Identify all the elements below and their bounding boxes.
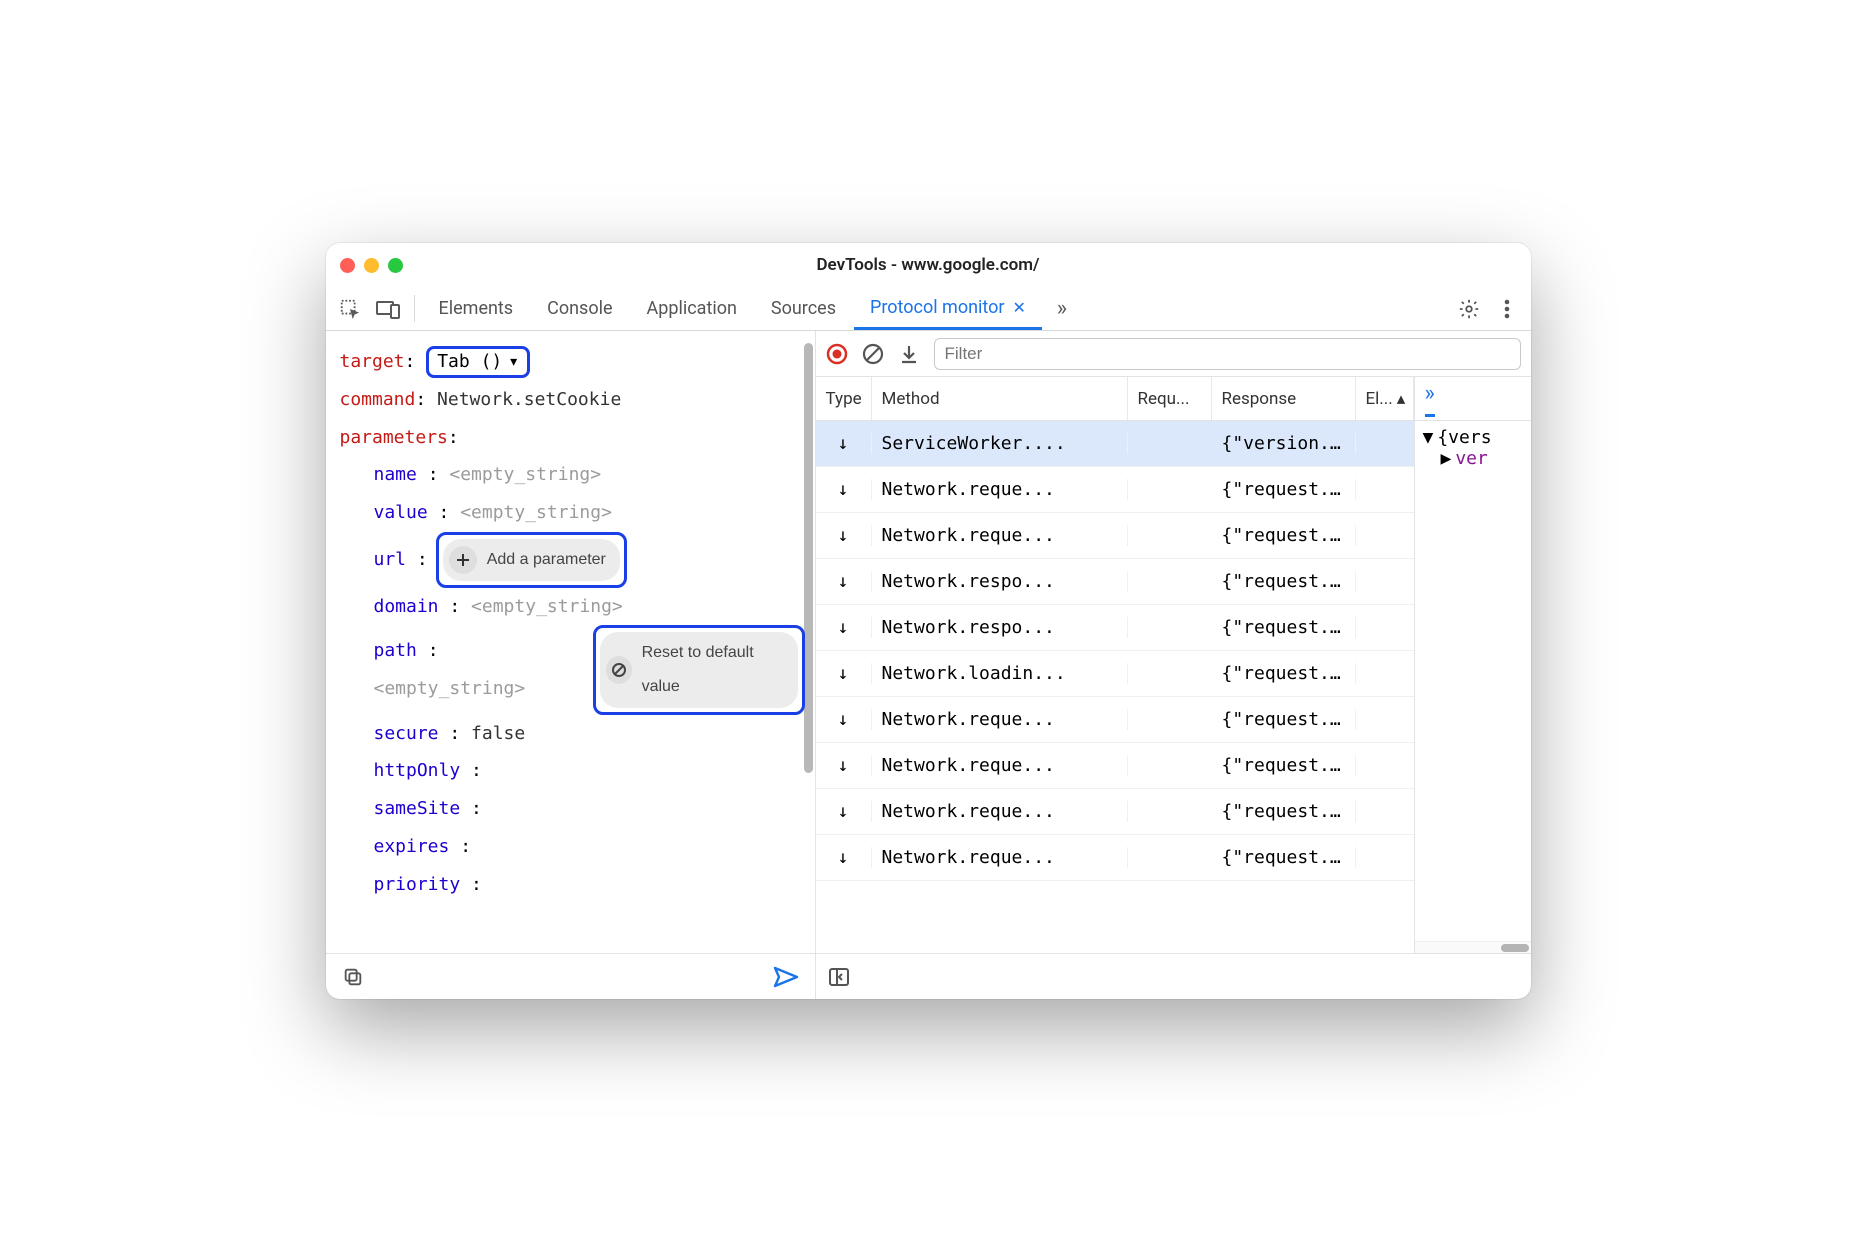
inspect-element-icon[interactable] — [332, 287, 368, 330]
arrow-down-icon: ↓ — [838, 479, 849, 500]
tab-console[interactable]: Console — [531, 287, 628, 330]
record-icon[interactable] — [826, 343, 848, 365]
table-row[interactable]: ↓ServiceWorker....{"version... — [816, 421, 1414, 467]
kebab-menu-icon[interactable] — [1489, 287, 1525, 330]
plus-icon — [449, 546, 477, 574]
table-row[interactable]: ↓Network.reque...{"request... — [816, 743, 1414, 789]
table-row[interactable]: ↓Network.reque...{"request... — [816, 697, 1414, 743]
label-command: command — [340, 389, 416, 410]
col-response[interactable]: Response — [1212, 377, 1356, 420]
tree-child[interactable]: ▶ver — [1423, 448, 1523, 469]
param-domain[interactable]: domain : <empty_string> — [340, 588, 805, 626]
col-method[interactable]: Method — [872, 377, 1128, 420]
arrow-down-icon: ↓ — [838, 801, 849, 822]
log-footer — [816, 953, 1531, 999]
table-row[interactable]: ↓Network.reque...{"request... — [816, 789, 1414, 835]
add-parameter-button[interactable]: Add a parameter — [443, 539, 620, 581]
table-header: Type Method Requ... Response El...▴ — [816, 377, 1414, 421]
chevron-down-icon: ▾ — [508, 343, 519, 381]
arrow-down-icon: ↓ — [838, 433, 849, 454]
label-target: target — [340, 351, 405, 372]
table-row[interactable]: ↓Network.respo...{"request... — [816, 559, 1414, 605]
param-expires[interactable]: expires : — [340, 828, 805, 866]
settings-icon[interactable] — [1451, 287, 1487, 330]
device-toolbar-icon[interactable] — [370, 287, 406, 330]
devtools-window: DevTools - www.google.com/ Elements Cons… — [326, 243, 1531, 999]
close-tab-icon[interactable]: ✕ — [1013, 298, 1026, 317]
clear-icon[interactable] — [862, 343, 884, 365]
arrow-down-icon: ↓ — [838, 755, 849, 776]
main-tabbar: Elements Console Application Sources Pro… — [326, 287, 1531, 331]
param-path[interactable]: path : <empty_string> Reset to default v… — [340, 625, 805, 714]
param-priority[interactable]: priority : — [340, 866, 805, 904]
send-command-icon[interactable] — [773, 965, 799, 989]
col-request[interactable]: Requ... — [1128, 377, 1212, 420]
table-row[interactable]: ↓Network.reque...{"request... — [816, 513, 1414, 559]
h-scrollbar[interactable] — [1415, 941, 1531, 953]
protocol-log-panel: Type Method Requ... Response El...▴ ↓Ser… — [816, 331, 1531, 999]
log-toolbar — [816, 331, 1531, 377]
more-columns-icon[interactable]: » — [1425, 381, 1435, 417]
col-elapsed[interactable]: El...▴ — [1356, 377, 1414, 420]
arrow-down-icon: ↓ — [838, 709, 849, 730]
editor-footer — [326, 953, 815, 999]
filter-input[interactable] — [934, 338, 1521, 370]
download-icon[interactable] — [898, 343, 920, 365]
arrow-down-icon: ↓ — [838, 847, 849, 868]
scrollbar-thumb[interactable] — [804, 343, 813, 773]
target-select[interactable]: Tab () ▾ — [426, 346, 530, 378]
param-samesite[interactable]: sameSite : — [340, 790, 805, 828]
tab-application[interactable]: Application — [631, 287, 753, 330]
param-name[interactable]: name : <empty_string> — [340, 456, 805, 494]
arrow-down-icon: ↓ — [838, 571, 849, 592]
command-value[interactable]: Network.setCookie — [437, 389, 621, 410]
table-row[interactable]: ↓Network.reque...{"request... — [816, 835, 1414, 881]
zoom-window-icon[interactable] — [388, 258, 403, 273]
col-type[interactable]: Type — [816, 377, 872, 420]
detail-sidebar: » ▼{vers ▶ver — [1415, 377, 1531, 953]
minimize-window-icon[interactable] — [364, 258, 379, 273]
table-row[interactable]: ↓Network.loadin...{"request... — [816, 651, 1414, 697]
reset-default-button[interactable]: Reset to default value — [600, 632, 798, 707]
tab-protocol-monitor[interactable]: Protocol monitor ✕ — [854, 287, 1042, 330]
log-table: Type Method Requ... Response El...▴ ↓Ser… — [816, 377, 1415, 953]
param-httponly[interactable]: httpOnly : — [340, 752, 805, 790]
tab-sources[interactable]: Sources — [755, 287, 852, 330]
window-title: DevTools - www.google.com/ — [326, 255, 1531, 275]
traffic-lights — [340, 258, 403, 273]
table-row[interactable]: ↓Network.reque...{"request... — [816, 467, 1414, 513]
arrow-down-icon: ↓ — [838, 617, 849, 638]
sort-icon: ▴ — [1397, 389, 1406, 409]
close-window-icon[interactable] — [340, 258, 355, 273]
tab-elements[interactable]: Elements — [423, 287, 530, 330]
label-parameters: parameters — [340, 427, 448, 448]
arrow-down-icon: ↓ — [838, 525, 849, 546]
arrow-down-icon: ↓ — [838, 663, 849, 684]
command-editor-panel: target: Tab () ▾ command: Network.setCoo… — [326, 331, 816, 999]
prohibit-icon — [606, 656, 632, 684]
titlebar: DevTools - www.google.com/ — [326, 243, 1531, 287]
copy-icon[interactable] — [342, 966, 364, 988]
toggle-left-panel-icon[interactable] — [828, 966, 850, 988]
table-row[interactable]: ↓Network.respo...{"request... — [816, 605, 1414, 651]
tree-root[interactable]: ▼{vers — [1423, 427, 1523, 448]
param-url[interactable]: url : Add a parameter — [340, 532, 805, 588]
param-value[interactable]: value : <empty_string> — [340, 494, 805, 532]
param-secure[interactable]: secure : false — [340, 715, 805, 753]
more-tabs-icon[interactable]: » — [1044, 287, 1080, 330]
